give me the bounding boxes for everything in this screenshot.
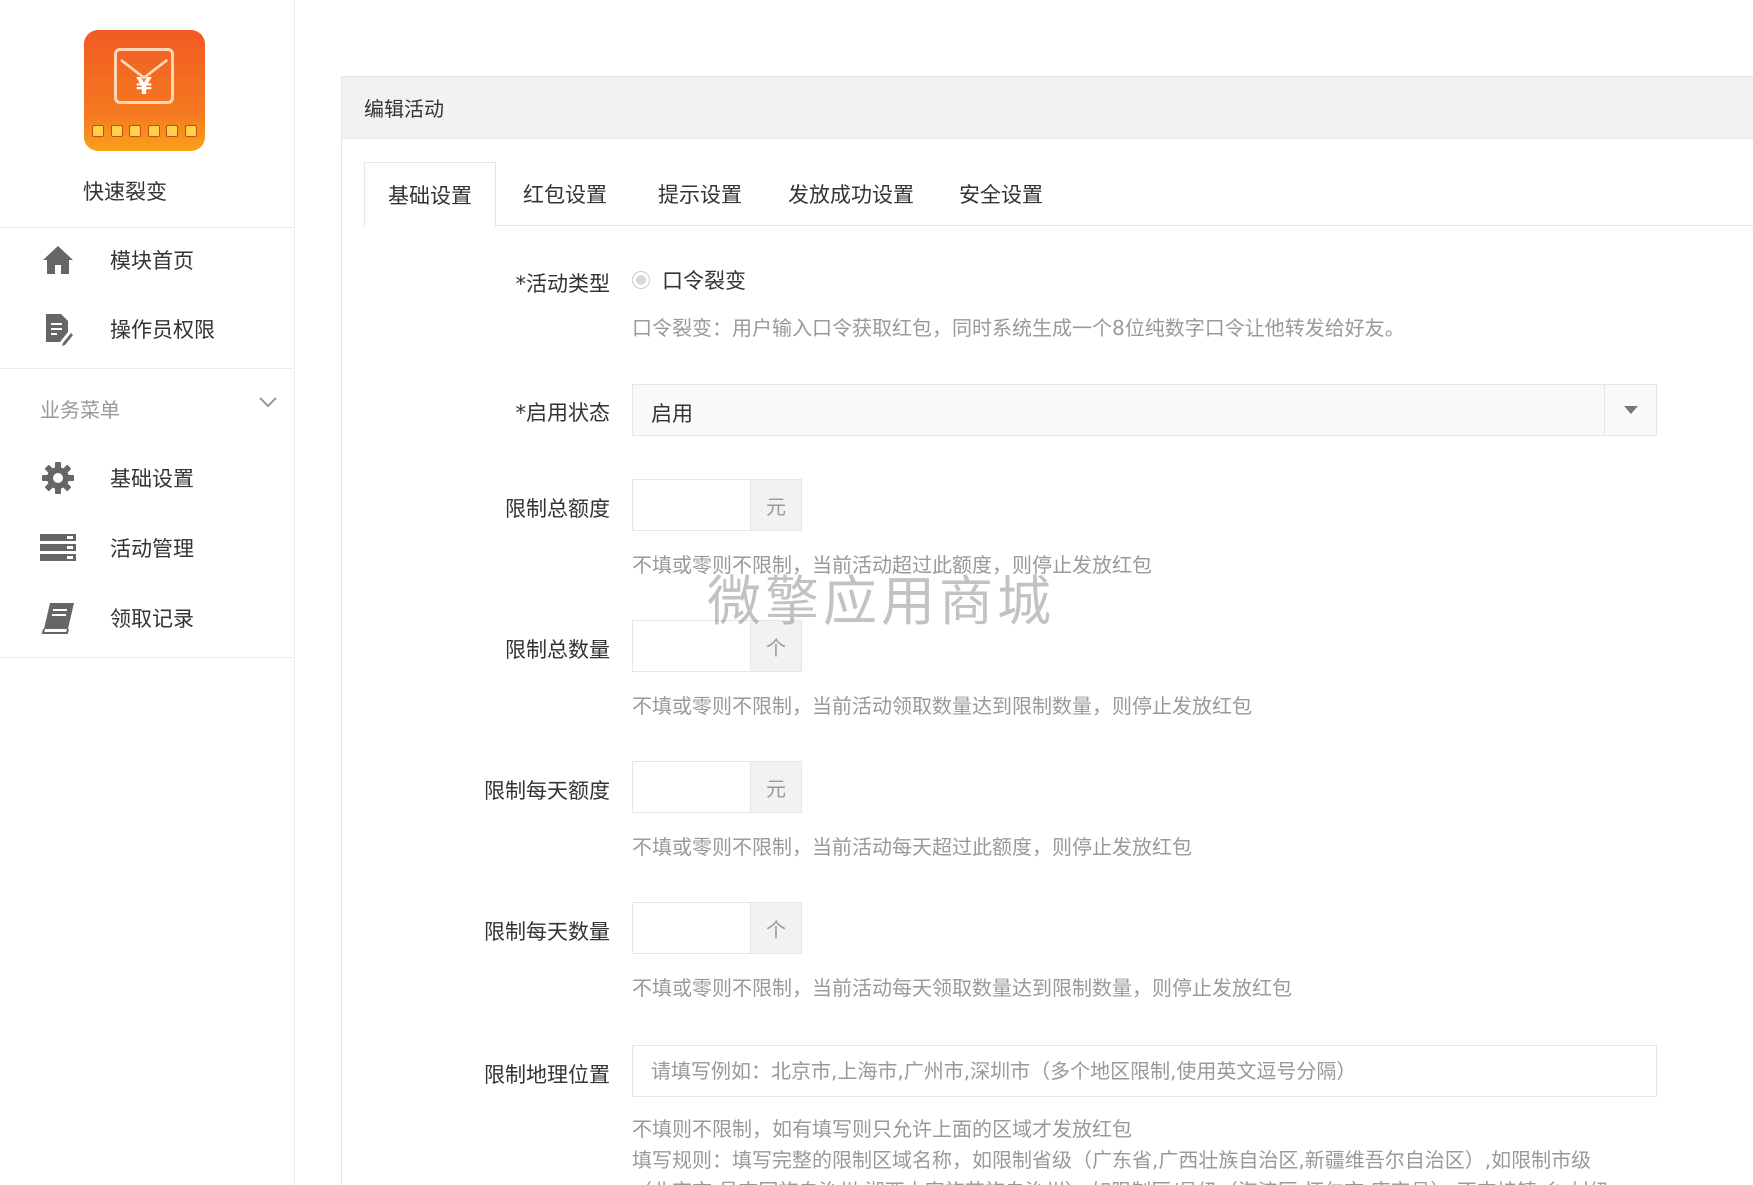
sidebar-divider [0, 368, 294, 369]
home-icon [40, 242, 76, 278]
daily-count-field: 个 [632, 902, 802, 954]
daily-count-input[interactable] [633, 903, 750, 953]
status-label: *启用状态 [515, 401, 611, 425]
total-amount-input[interactable] [633, 480, 750, 530]
tab-prompt-settings[interactable]: 提示设置 [634, 162, 766, 226]
total-amount-label: 限制总额度 [505, 497, 610, 521]
status-select[interactable]: 启用 [632, 384, 1657, 436]
document-edit-icon [40, 311, 76, 347]
daily-amount-field: 元 [632, 761, 802, 813]
daily-count-label: 限制每天数量 [484, 920, 610, 944]
total-count-help: 不填或零则不限制，当前活动领取数量达到限制数量，则停止发放红包 [632, 694, 1252, 718]
book-icon [40, 600, 76, 636]
server-list-icon [40, 530, 76, 566]
geo-help: 不填则不限制，如有填写则只允许上面的区域才发放红包 [632, 1117, 1132, 1141]
daily-amount-help: 不填或零则不限制，当前活动每天超过此额度，则停止发放红包 [632, 835, 1192, 859]
caret-down-icon [1604, 385, 1656, 435]
total-count-label: 限制总数量 [505, 638, 610, 662]
tab-red-packet-settings[interactable]: 红包设置 [496, 162, 634, 226]
unit-addon: 个 [750, 903, 801, 953]
sidebar-item-operator-permissions[interactable]: 操作员权限 [0, 299, 294, 359]
sidebar-item-activity-management[interactable]: 活动管理 [0, 518, 294, 578]
geo-label: 限制地理位置 [484, 1063, 610, 1087]
logo-dots [92, 125, 197, 137]
activity-type-option: 口令裂变 [662, 269, 746, 293]
sidebar-item-claim-records[interactable]: 领取记录 [0, 588, 294, 648]
tab-security-settings[interactable]: 安全设置 [936, 162, 1066, 226]
gear-icon [40, 460, 76, 496]
app-name: 快速裂变 [83, 180, 167, 204]
sidebar-item-label: 活动管理 [110, 537, 194, 561]
activity-type-radio[interactable]: 口令裂变 [632, 265, 746, 295]
daily-amount-input[interactable] [633, 762, 750, 812]
sidebar-item-label: 模块首页 [110, 249, 194, 273]
geo-rule-help-2: （北京市,昌吉回族自治州,湘西土家族苗族自治州）,如限制区/县级（海淀区,怀仁市… [632, 1175, 1610, 1185]
sidebar-item-label: 操作员权限 [110, 318, 215, 342]
geo-rule-help: 填写规则：填写完整的限制区域名称，如限制省级（广东省,广西壮族自治区,新疆维吾尔… [632, 1148, 1592, 1172]
sidebar-item-label: 基础设置 [110, 467, 194, 491]
daily-count-help: 不填或零则不限制，当前活动每天领取数量达到限制数量，则停止发放红包 [632, 976, 1292, 1000]
tab-success-settings[interactable]: 发放成功设置 [766, 162, 936, 226]
geo-input[interactable] [633, 1046, 1656, 1096]
unit-addon: 元 [750, 762, 801, 812]
unit-addon: 元 [750, 480, 801, 530]
tab-basic-settings[interactable]: 基础设置 [364, 162, 496, 227]
sidebar-item-module-home[interactable]: 模块首页 [0, 230, 294, 290]
panel-title: 编辑活动 [342, 77, 1753, 139]
status-select-value: 启用 [651, 402, 693, 426]
sidebar-item-label: 领取记录 [110, 607, 194, 631]
daily-amount-label: 限制每天额度 [484, 779, 610, 803]
menu-title: 业务菜单 [40, 397, 120, 422]
svg-text:¥: ¥ [136, 73, 152, 100]
sidebar-divider [0, 657, 294, 658]
chevron-down-icon [258, 394, 278, 413]
app-logo[interactable]: ¥ [84, 30, 205, 151]
settings-tabs: 基础设置 红包设置 提示设置 发放成功设置 安全设置 [364, 162, 1753, 227]
sidebar: ¥ 快速裂变 模块首页 操作员权限 业务菜单 基础设置 活动管理 领取记录 [0, 0, 295, 1185]
activity-type-label: *活动类型 [515, 272, 611, 296]
red-envelope-icon: ¥ [114, 48, 174, 104]
total-amount-field: 元 [632, 479, 802, 531]
sidebar-divider [0, 227, 294, 228]
business-menu-header[interactable]: 业务菜单 [0, 378, 294, 438]
geo-field [632, 1045, 1657, 1097]
activity-type-help: 口令裂变：用户输入口令获取红包，同时系统生成一个8位纯数字口令让他转发给好友。 [632, 316, 1405, 340]
watermark: 微擎应用商城 [707, 570, 1055, 633]
sidebar-item-basic-settings[interactable]: 基础设置 [0, 448, 294, 508]
radio-circle [632, 271, 650, 289]
